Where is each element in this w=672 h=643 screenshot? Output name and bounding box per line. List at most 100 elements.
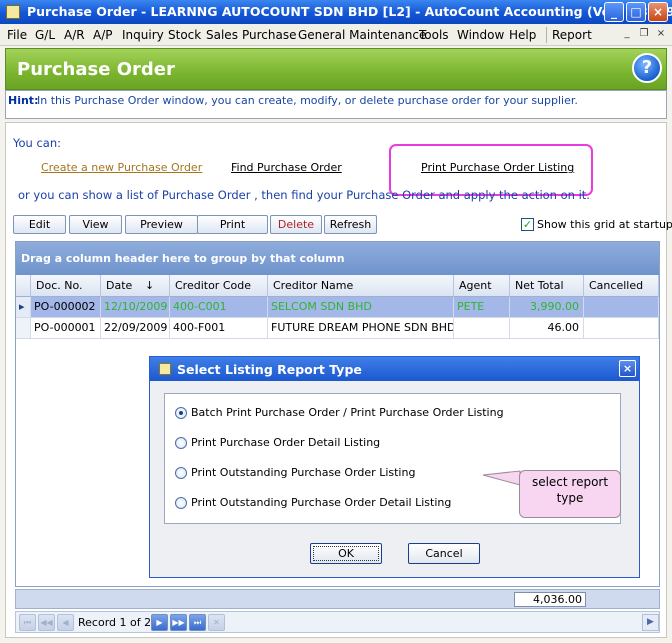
cell-creditor-code: 400-C001 [170,297,268,318]
cell-creditor-name: SELCOM SDN BHD [268,297,454,318]
cell-agent [454,318,510,339]
callout-line-1: select report [531,475,609,489]
hint-box: Hint: In this Purchase Order window, you… [5,90,667,119]
hint-label: Hint: [8,94,39,107]
menu-file[interactable]: File [7,28,27,42]
cell-cancelled [584,318,659,339]
window-title: Purchase Order - LEARNNG AUTOCOUNT SDN B… [27,4,672,19]
option-batch-print-label[interactable]: Batch Print Purchase Order / Print Purch… [191,406,504,419]
cancel-button[interactable]: Cancel [408,543,480,564]
col-header-net-total[interactable]: Net Total [510,275,584,297]
first-record-icon[interactable]: ⏮ [19,614,36,631]
col-header-date-label: Date [106,279,133,292]
page-header: Purchase Order ? [5,48,667,90]
prev-page-icon[interactable]: ◀◀ [38,614,55,631]
group-by-text: Drag a column header here to group by th… [21,252,345,265]
edit-button[interactable]: Edit [13,215,66,234]
next-page-icon[interactable]: ▶▶ [170,614,187,631]
maximize-button[interactable]: □ [626,2,646,22]
dialog-titlebar: Select Listing Report Type × [150,357,639,381]
cell-creditor-code: 400-F001 [170,318,268,339]
group-by-bar[interactable]: Drag a column header here to group by th… [16,242,659,275]
show-grid-checkbox[interactable]: ✓ [521,218,534,231]
row-indicator-icon: ▸ [16,297,31,318]
menu-ap[interactable]: A/P [93,28,113,42]
option-outstanding-listing-label[interactable]: Print Outstanding Purchase Order Listing [191,466,415,479]
mdi-close-icon[interactable]: × [654,27,668,41]
radio-outstanding-listing[interactable] [175,467,187,479]
cell-date: 12/10/2009 [101,297,170,318]
cancel-edit-icon[interactable]: ✕ [208,614,225,631]
print-button[interactable]: Print [197,215,268,234]
col-header-date[interactable]: Date ↓ [101,275,170,297]
radio-detail-listing[interactable] [175,437,187,449]
grid-footer: 4,036.00 [15,589,660,609]
col-header-agent[interactable]: Agent [454,275,510,297]
col-header-creditor-name[interactable]: Creditor Name [268,275,454,297]
radio-batch-print[interactable] [175,407,187,419]
cell-creditor-name: FUTURE DREAM PHONE SDN BHD [268,318,454,339]
dialog-close-button[interactable]: × [619,360,636,377]
prev-record-icon[interactable]: ◀ [57,614,74,631]
close-window-button[interactable]: × [648,2,668,22]
menu-window[interactable]: Window [457,28,504,42]
app-icon [6,5,20,19]
callout-pointer [482,470,521,486]
or-instructions-text: or you can show a list of Purchase Order… [18,188,590,202]
col-header-creditor-code[interactable]: Creditor Code [170,275,268,297]
menu-tools[interactable]: Tools [419,28,449,42]
menu-gl[interactable]: G/L [35,28,55,42]
page-title: Purchase Order [17,59,175,80]
menu-help[interactable]: Help [509,28,536,42]
menu-inquiry[interactable]: Inquiry [122,28,164,42]
ok-button[interactable]: OK [310,543,382,564]
dialog-app-icon [159,363,171,375]
minimize-button[interactable]: _ [604,2,624,22]
menu-stock[interactable]: Stock [168,28,201,42]
view-button[interactable]: View [69,215,122,234]
hint-text: In this Purchase Order window, you can c… [37,94,578,107]
find-po-link[interactable]: Find Purchase Order [231,161,342,174]
menu-report[interactable]: Report [552,28,592,42]
select-report-type-dialog: Select Listing Report Type × Batch Print… [149,356,640,578]
preview-button[interactable]: Preview [125,215,198,234]
net-total-summary: 4,036.00 [514,592,586,607]
window-titlebar: Purchase Order - LEARNNG AUTOCOUNT SDN B… [0,0,672,24]
menu-purchase[interactable]: Purchase [242,28,297,42]
you-can-label: You can: [13,136,62,150]
col-header-doc-no[interactable]: Doc. No. [31,275,101,297]
cell-doc-no: PO-000002 [31,297,101,318]
dialog-title: Select Listing Report Type [177,362,362,377]
help-icon[interactable]: ? [632,53,662,83]
menu-bar: File G/L A/R A/P Inquiry Stock Sales Pur… [0,24,672,46]
show-grid-label: Show this grid at startup [537,218,672,231]
refresh-button[interactable]: Refresh [324,215,377,234]
sort-desc-icon: ↓ [145,279,155,292]
last-record-icon[interactable]: ⏭ [189,614,206,631]
cell-net-total: 46.00 [510,318,584,339]
menu-sales[interactable]: Sales [206,28,238,42]
menu-separator [546,27,547,43]
col-header-cancelled[interactable]: Cancelled [584,275,659,297]
cell-doc-no: PO-000001 [31,318,101,339]
record-navigator: ⏮ ◀◀ ◀ Record 1 of 2 ▶ ▶▶ ⏭ ✕ ▶ [15,611,660,633]
callout-line-2: type [556,491,584,505]
callout-note: select report type [519,470,621,518]
mdi-minimize-icon[interactable]: _ [620,27,634,41]
row-indicator-header [16,275,31,297]
menu-general-maintenance[interactable]: General Maintenance [298,28,426,42]
radio-outstanding-detail-listing[interactable] [175,497,187,509]
cell-date: 22/09/2009 [101,318,170,339]
row-indicator-cell [16,318,31,339]
option-outstanding-detail-listing-label[interactable]: Print Outstanding Purchase Order Detail … [191,496,451,509]
record-counter: Record 1 of 2 [78,616,152,629]
cell-cancelled [584,297,659,318]
menu-ar[interactable]: A/R [64,28,85,42]
mdi-restore-icon[interactable]: ❐ [637,27,651,41]
delete-button[interactable]: Delete [270,215,322,234]
next-record-icon[interactable]: ▶ [151,614,168,631]
create-po-link[interactable]: Create a new Purchase Order [41,161,202,174]
option-detail-listing-label[interactable]: Print Purchase Order Detail Listing [191,436,380,449]
scroll-right-icon[interactable]: ▶ [642,614,659,631]
cell-agent: PETE [454,297,510,318]
